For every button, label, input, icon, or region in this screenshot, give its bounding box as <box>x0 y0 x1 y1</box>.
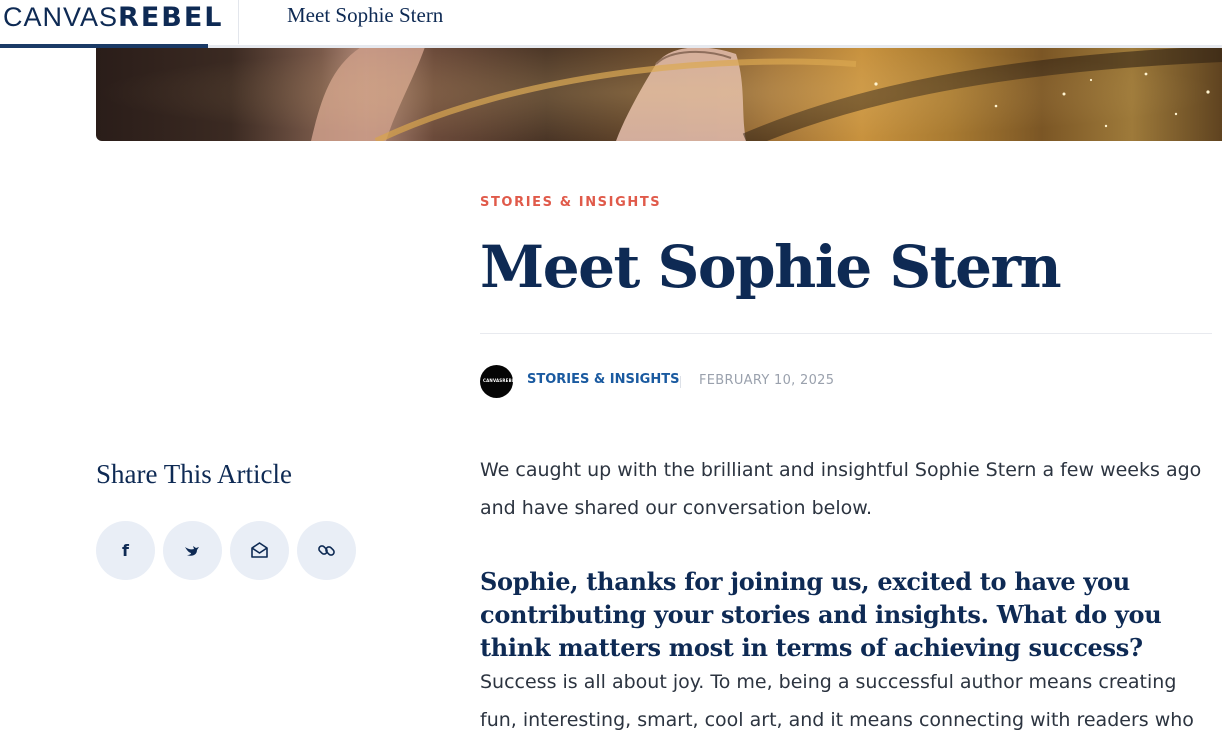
share-email-button[interactable] <box>230 521 289 580</box>
hero-image <box>96 44 1222 141</box>
link-icon <box>318 545 335 556</box>
author-link[interactable]: STORIES & INSIGHTS <box>527 372 679 387</box>
top-bar: CANVASREBEL Meet Sophie Stern <box>0 0 1222 48</box>
email-icon <box>251 542 268 558</box>
facebook-icon: f <box>122 541 130 560</box>
hero-photo-illustration <box>96 44 1222 141</box>
category-kicker[interactable]: STORIES & INSIGHTS <box>480 195 661 210</box>
publish-date: FEBRUARY 10, 2025 <box>699 373 835 388</box>
top-divider <box>238 0 239 44</box>
facebook-glyph: f <box>122 541 130 560</box>
article-title: Meet Sophie Stern <box>480 233 1062 301</box>
title-divider <box>480 333 1212 334</box>
logo-text-light: CANVAS <box>3 2 119 32</box>
site-logo[interactable]: CANVASREBEL <box>0 0 221 48</box>
share-facebook-button[interactable]: f <box>96 521 155 580</box>
share-copy-link-button[interactable] <box>297 521 356 580</box>
twitter-icon <box>185 546 199 556</box>
top-page-title: Meet Sophie Stern <box>287 3 444 27</box>
intro-paragraph: We caught up with the brilliant and insi… <box>480 459 1202 519</box>
logo-text-bold: REBEL <box>118 2 224 33</box>
answer-paragraph: Success is all about joy. To me, being a… <box>480 671 1194 731</box>
share-title: Share This Article <box>96 459 292 489</box>
interview-question: Sophie, thanks for joining us, excited t… <box>480 567 1162 662</box>
avatar-logo-text: CANVASREBEL <box>483 378 513 383</box>
meta-separator <box>680 376 681 388</box>
share-twitter-button[interactable] <box>163 521 222 580</box>
author-avatar[interactable]: CANVASREBEL <box>480 365 513 398</box>
